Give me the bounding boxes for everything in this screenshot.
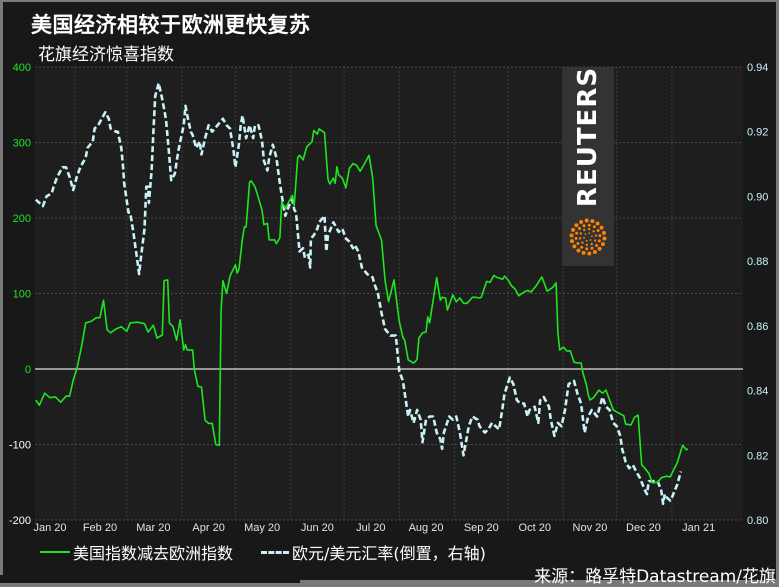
legend-label-series2: 欧元/美元汇率(倒置，右轴) (292, 544, 486, 563)
logo-dot (596, 229, 600, 233)
logo-dot (592, 225, 596, 229)
chart-plot: 4003002001000-100-200 0.940.920.900.880.… (9, 62, 768, 534)
logo-dot (594, 234, 598, 237)
left-tick-label: 100 (13, 289, 31, 301)
logo-dot (578, 237, 582, 240)
right-tick-label: 0.84 (747, 386, 768, 398)
x-tick-label: Oct 20 (519, 522, 551, 534)
logo-dot (584, 233, 587, 235)
logo-dot (576, 248, 581, 253)
x-tick-label: Apr 20 (192, 522, 224, 534)
logo-dot (587, 251, 592, 256)
logo-dot (584, 218, 589, 223)
legend-label-series1: 美国指数减去欧洲指数 (73, 544, 234, 563)
logo-dot (590, 242, 593, 246)
logo-dot (583, 228, 586, 232)
left-tick-label: 200 (13, 213, 31, 225)
legend-swatch-solid (40, 551, 70, 553)
logo-dot (593, 239, 597, 242)
logo-dot (587, 227, 591, 231)
reuters-dots-icon (569, 218, 607, 256)
logo-dot (585, 247, 589, 251)
x-tick-label: Jan 21 (682, 522, 715, 534)
logo-dot (595, 221, 600, 226)
logo-dot (599, 225, 604, 230)
logo-dot (595, 243, 599, 247)
legend-swatch-dashed (261, 550, 290, 554)
x-tick-label: Jan 20 (34, 522, 67, 534)
left-tick-label: -200 (9, 515, 31, 527)
right-axis-ticks: 0.94 0.92 0.90 0.88 0.86 0.84 0.82 0.80 (747, 62, 768, 527)
logo-dot (601, 230, 606, 235)
x-axis-ticks: Jan 20 Feb 20 Mar 20 Apr 20 May 20 Jun 20 Jul … (34, 522, 716, 534)
x-tick-label: Aug 20 (409, 522, 444, 534)
logo-dot (572, 244, 577, 249)
x-tick-label: Sep 20 (464, 522, 499, 534)
logo-dot (602, 236, 607, 241)
left-tick-label: 400 (13, 62, 31, 74)
right-tick-label: 0.90 (747, 191, 768, 203)
logo-dot (592, 250, 597, 254)
x-tick-label: Dec 20 (626, 522, 661, 534)
right-tick-label: 0.94 (747, 62, 768, 74)
logo-dot (574, 236, 578, 240)
logo-dot (569, 233, 574, 238)
logo-dot (579, 232, 583, 235)
logo-dot (583, 236, 585, 239)
logo-dot (579, 220, 584, 224)
right-tick-label: 0.86 (747, 321, 768, 333)
logo-dot (587, 223, 591, 227)
right-tick-label: 0.82 (747, 450, 768, 462)
legend: 美国指数减去欧洲指数 欧元/美元汇率(倒置，右轴) (40, 541, 486, 563)
logo-dot (576, 241, 580, 245)
right-tick-label: 0.88 (747, 256, 768, 268)
logo-dot (597, 239, 601, 243)
logo-dot (590, 246, 594, 250)
reuters-logo: REUTERS (562, 67, 614, 266)
left-tick-label: 300 (13, 138, 31, 150)
reuters-wordmark: REUTERS (573, 66, 603, 208)
left-tick-label: -100 (9, 440, 31, 452)
logo-dot (598, 234, 602, 238)
logo-dot (571, 227, 576, 232)
logo-dot (591, 235, 593, 238)
logo-dot (581, 241, 584, 244)
source-note: 来源：路孚特Datastream/花旗 (534, 567, 776, 587)
logo-dot (588, 232, 591, 235)
x-tick-label: Mar 20 (136, 522, 170, 534)
logo-dot (581, 250, 586, 255)
logo-dot (600, 242, 605, 247)
logo-dot (577, 227, 581, 231)
x-tick-label: Nov 20 (573, 522, 608, 534)
left-axis-ticks: 400 300 200 100 0 -100 -200 (9, 62, 31, 527)
x-tick-label: Jul 20 (356, 522, 385, 534)
x-tick-label: Feb 20 (83, 522, 117, 534)
logo-dot (597, 246, 602, 251)
logo-dot (589, 239, 592, 241)
logo-dot (590, 219, 595, 224)
x-tick-label: May 20 (244, 522, 280, 534)
logo-dot (585, 239, 588, 242)
logo-dot (582, 224, 586, 228)
logo-dot (574, 223, 579, 228)
right-tick-label: 0.92 (747, 127, 768, 139)
logo-dot (592, 230, 595, 233)
logo-dot (580, 245, 584, 249)
logo-dot (570, 239, 575, 244)
right-tick-label: 0.80 (747, 515, 768, 527)
logo-dot (585, 243, 589, 247)
left-tick-label: 0 (25, 364, 31, 376)
logo-dot (575, 231, 579, 235)
x-tick-label: Jun 20 (301, 522, 334, 534)
